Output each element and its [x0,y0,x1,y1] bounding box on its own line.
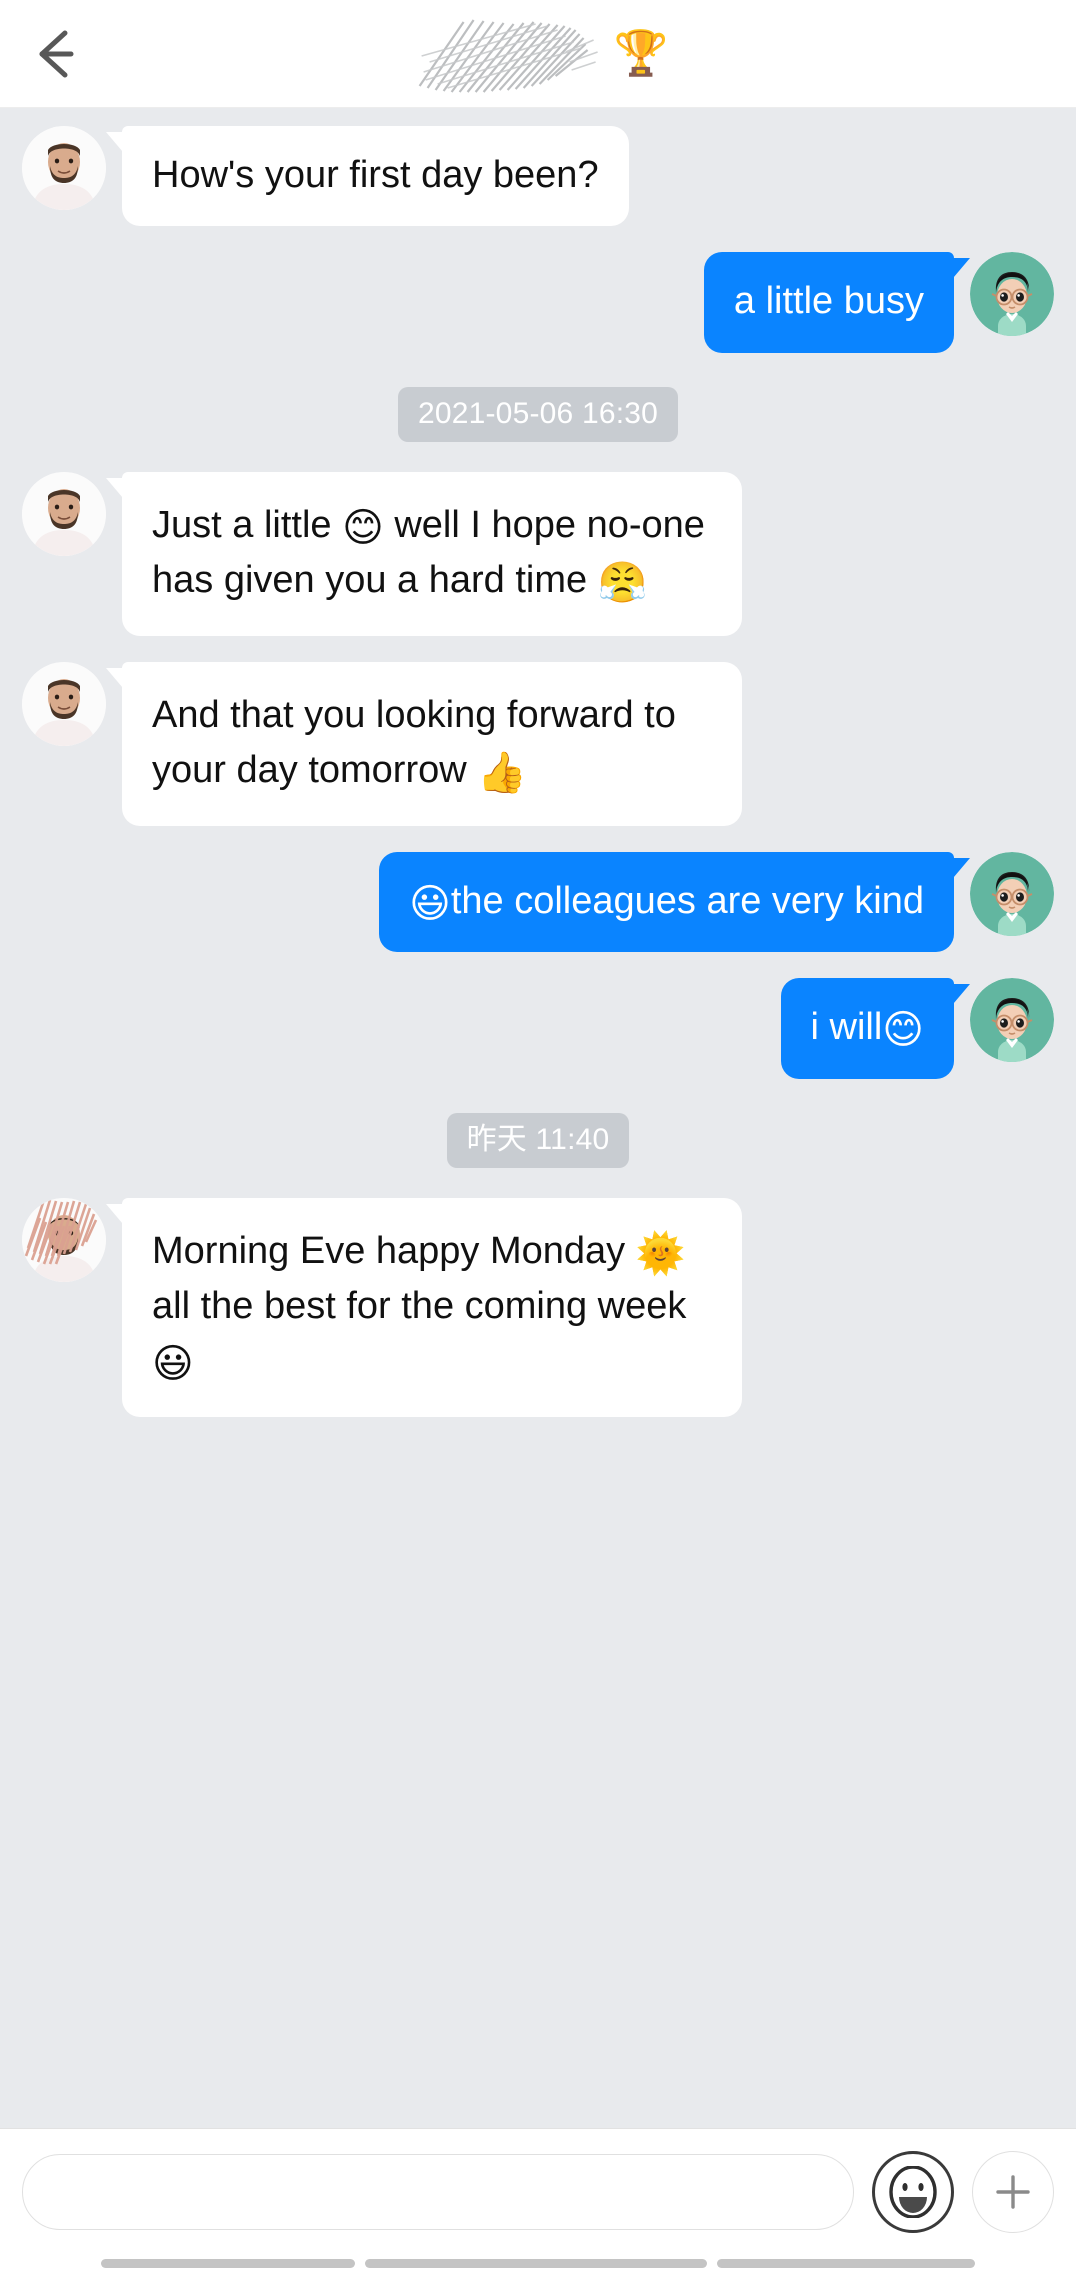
message-bubble-outgoing[interactable]: i will😊 [780,978,971,1079]
message-text: Morning Eve happy [152,1229,490,1272]
message-text: for the coming week [346,1284,687,1327]
timestamp-divider: 2021-05-06 16:30 [0,386,1076,442]
avatar[interactable] [970,978,1054,1063]
smiley-face-icon [889,2165,937,2218]
timestamp-divider: 昨天 11:40 [0,1112,1076,1168]
message-text: all the best [152,1284,347,1327]
back-arrow-icon [27,23,89,85]
avatar[interactable] [22,1197,106,1282]
message-bubble-incoming[interactable]: Just a little 😊 well I hope no-one has g… [106,471,742,636]
table-row[interactable]: Just a little 😊 well I hope no-one has g… [0,471,1076,636]
table-row[interactable]: How's your first day been? [0,126,1076,227]
table-row[interactable]: 😃the colleagues are very kind [0,852,1076,953]
smiling-face-smiling-eyes-emoji: 😊 [882,1008,924,1053]
thumbs-up-emoji: 👍 [477,751,528,795]
table-row[interactable]: a little busy [0,252,1076,353]
bearded-man-photo-avatar [22,661,106,746]
scribble-redaction-icon [418,18,598,93]
avatar[interactable] [22,471,106,556]
table-row[interactable]: i will😊 [0,978,1076,1079]
avatar[interactable] [970,252,1054,337]
message-text: tomorrow [308,749,478,791]
bearded-man-photo-avatar-redacted [22,1197,106,1282]
table-row[interactable]: And that you looking forward to your day… [0,661,1076,827]
message-composer [0,2128,1076,2254]
message-list[interactable]: How's your first day been? a little busy [0,108,1076,2128]
cartoon-glasses-avatar [970,252,1054,337]
system-navigation-bar [0,2254,1076,2276]
message-text: Just a little [152,503,343,546]
avatar[interactable] [22,661,106,746]
cartoon-glasses-avatar [970,852,1054,937]
chat-title-group[interactable]: 🏆 [408,12,669,96]
message-bubble-outgoing[interactable]: a little busy [703,252,971,353]
avatar[interactable] [970,852,1054,937]
cartoon-glasses-avatar [970,978,1054,1063]
add-attachment-button[interactable] [972,2150,1054,2233]
message-text: a little busy [733,280,924,323]
message-bubble-incoming[interactable]: Morning Eve happy Monday 🌞 all the best f… [106,1197,742,1418]
grinning-face-big-eyes-emoji: 😃 [409,882,451,927]
sun-with-face-emoji: 🌞 [635,1231,686,1276]
message-bubble-incoming[interactable]: And that you looking forward to your day… [106,661,742,827]
bearded-man-photo-avatar [22,126,106,210]
back-bar[interactable] [717,2258,975,2268]
table-row[interactable]: Morning Eve happy Monday 🌞 all the best f… [0,1197,1076,1418]
contact-name-redacted [408,12,604,96]
face-with-steam-from-nose-emoji: 😤 [597,560,648,605]
bearded-man-photo-avatar [22,471,106,556]
back-button[interactable] [22,18,94,90]
message-text: the colleagues are very kind [450,880,924,923]
chat-screen: 🏆 How's your first day been? a little bu… [0,0,1076,2276]
message-input[interactable] [22,2153,854,2230]
emoji-picker-button[interactable] [872,2150,954,2233]
grinning-face-big-eyes-emoji: 😃 [152,1342,194,1386]
message-text: How's your first day been? [152,154,599,196]
message-text: i will [810,1006,883,1049]
message-text: Monday [489,1229,636,1272]
message-text: hard time [428,558,598,601]
chat-header: 🏆 [0,0,1076,108]
trophy-emoji: 🏆 [613,28,669,78]
smiling-face-smiling-eyes-emoji: 😊 [342,505,384,550]
message-bubble-outgoing[interactable]: 😃the colleagues are very kind [379,852,970,953]
timestamp-text: 昨天 11:40 [446,1112,630,1168]
timestamp-text: 2021-05-06 16:30 [397,386,679,442]
plus-icon [996,2174,1030,2209]
avatar[interactable] [22,126,106,210]
home-bar[interactable] [365,2258,707,2268]
recents-bar[interactable] [101,2258,355,2268]
message-bubble-incoming[interactable]: How's your first day been? [106,126,629,227]
